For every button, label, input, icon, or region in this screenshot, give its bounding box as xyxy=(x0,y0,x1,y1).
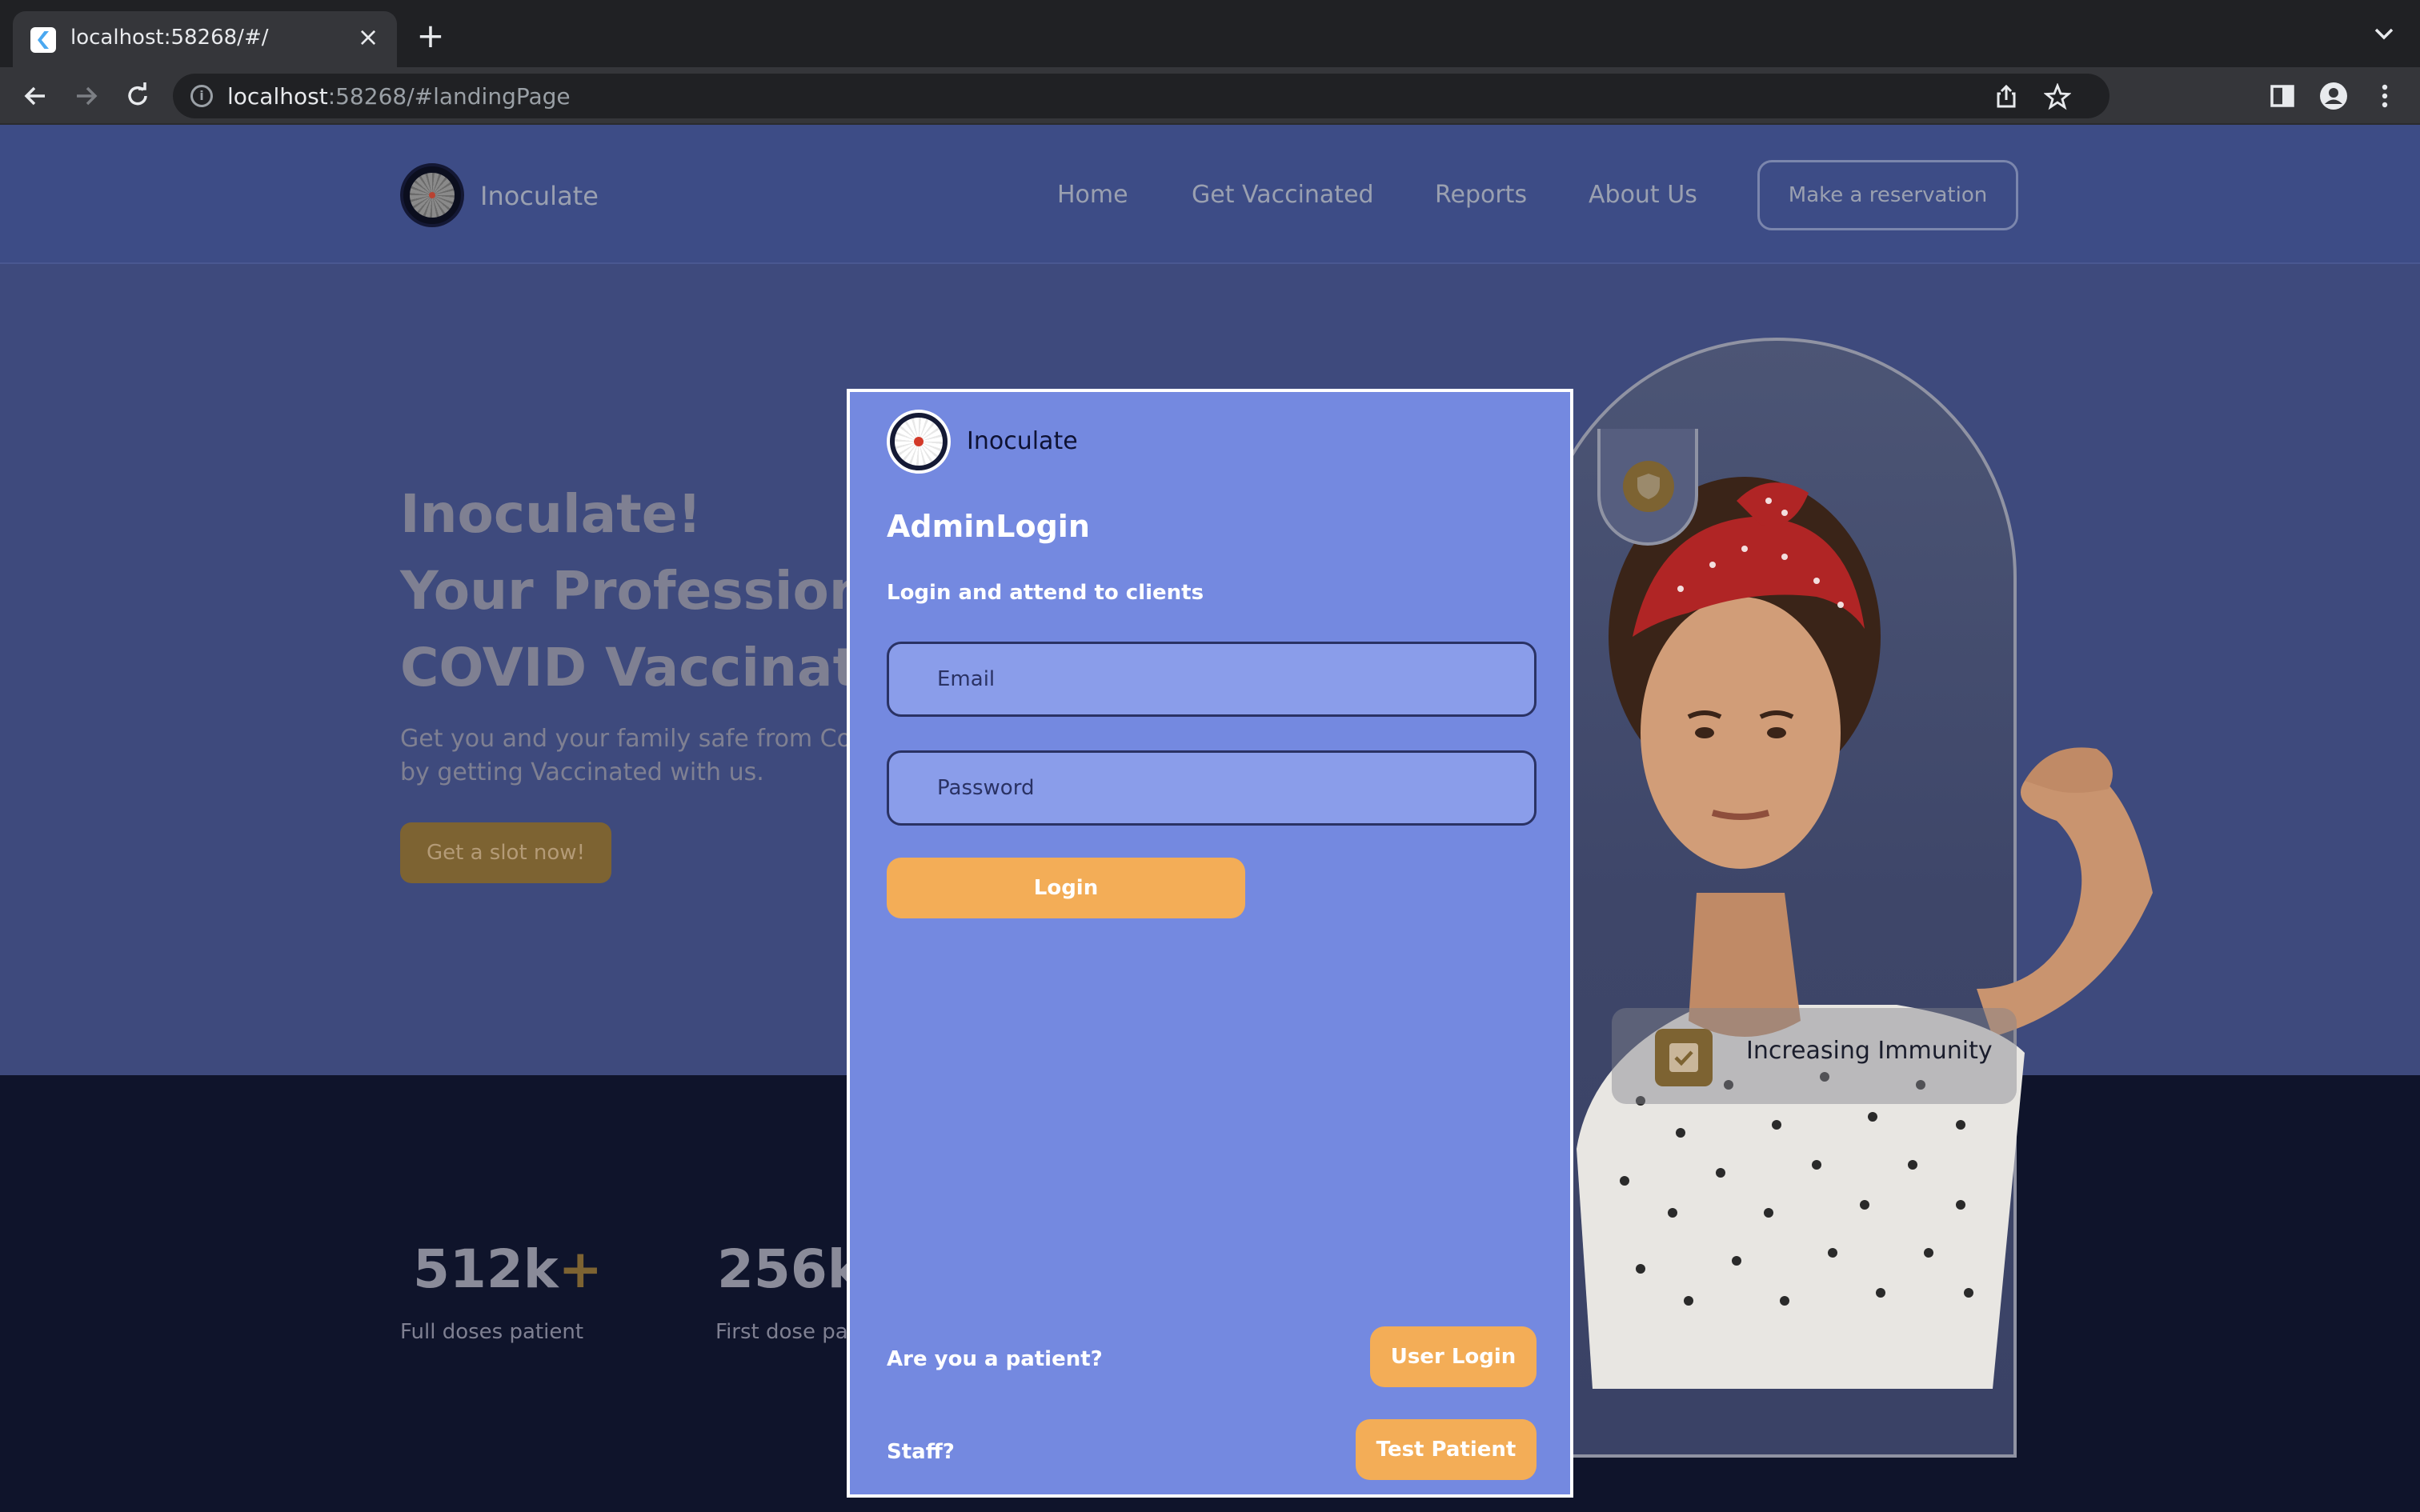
chevron-down-icon[interactable] xyxy=(2372,24,2396,43)
close-tab-icon[interactable]: × xyxy=(354,22,383,51)
tab-title: localhost:58268/#/ xyxy=(70,26,269,50)
password-input[interactable] xyxy=(887,750,1537,826)
hero-title-line-3: COVID Vaccinatio xyxy=(400,637,913,698)
url-text: localhost:58268/#landingPage xyxy=(227,83,571,110)
hero-description-line-2: by getting Vaccinated with us. xyxy=(400,758,764,786)
staff-question-label: Staff? xyxy=(887,1440,955,1464)
checkmark-icon xyxy=(1655,1029,1713,1086)
profile-avatar-icon[interactable] xyxy=(2318,80,2350,112)
hero-title-line-1: Inoculate! xyxy=(400,483,702,545)
make-reservation-button[interactable]: Make a reservation xyxy=(1757,160,2018,230)
test-patient-button[interactable]: Test Patient xyxy=(1356,1419,1537,1480)
web-page: Inoculate Home Get Vaccinated Reports Ab… xyxy=(0,125,2420,1512)
browser-tab-bar: localhost:58268/#/ × + xyxy=(0,0,2420,67)
share-icon[interactable] xyxy=(1993,83,2020,110)
new-tab-icon[interactable]: + xyxy=(413,19,448,54)
modal-title: AdminLogin xyxy=(887,509,1090,544)
site-brand[interactable]: Inoculate xyxy=(480,181,599,211)
hero-description-line-1: Get you and your family safe from Coro xyxy=(400,725,876,753)
patient-question-label: Are you a patient? xyxy=(887,1347,1103,1371)
nav-link-get-vaccinated[interactable]: Get Vaccinated xyxy=(1192,181,1374,209)
browser-toolbar: i localhost:58268/#landingPage xyxy=(0,67,2420,125)
stat-full-doses-label: Full doses patient xyxy=(400,1320,584,1344)
get-slot-button[interactable]: Get a slot now! xyxy=(400,822,611,883)
immunity-label: Increasing Immunity xyxy=(1746,1037,1993,1065)
bookmark-star-icon[interactable] xyxy=(2043,82,2072,110)
site-logo-icon[interactable] xyxy=(400,163,464,227)
forward-arrow-icon[interactable] xyxy=(70,80,102,112)
nav-link-home[interactable]: Home xyxy=(1057,181,1128,209)
user-login-button[interactable]: User Login xyxy=(1370,1326,1537,1387)
browser-tab[interactable]: localhost:58268/#/ × xyxy=(13,11,397,67)
shield-icon xyxy=(1637,474,1660,499)
hero-person-illustration xyxy=(1577,477,2153,1389)
admin-login-modal: Inoculate AdminLogin Login and attend to… xyxy=(847,389,1573,1498)
side-panel-icon[interactable] xyxy=(2266,80,2298,112)
modal-brand: Inoculate xyxy=(967,427,1078,455)
nav-link-about-us[interactable]: About Us xyxy=(1589,181,1697,209)
modal-subtitle: Login and attend to clients xyxy=(887,581,1204,605)
stat-first-dose-value: 256k xyxy=(717,1238,863,1300)
site-navbar: Inoculate Home Get Vaccinated Reports Ab… xyxy=(0,125,2420,264)
back-arrow-icon[interactable] xyxy=(19,80,51,112)
stat-first-dose-label: First dose pat xyxy=(715,1320,856,1344)
increasing-immunity-card: Increasing Immunity xyxy=(1612,1008,2017,1104)
flutter-favicon-icon xyxy=(30,27,56,53)
more-menu-icon[interactable] xyxy=(2369,80,2401,112)
modal-logo-icon xyxy=(887,410,951,474)
reload-icon[interactable] xyxy=(122,80,154,112)
shield-badge xyxy=(1597,429,1698,546)
email-input[interactable] xyxy=(887,642,1537,717)
address-bar[interactable]: i localhost:58268/#landingPage xyxy=(173,74,2109,118)
nav-link-reports[interactable]: Reports xyxy=(1435,181,1527,209)
site-info-icon[interactable]: i xyxy=(190,85,213,107)
hero-title-line-2: Your Professional xyxy=(400,560,921,622)
stat-full-doses-value: 512k+ xyxy=(413,1238,603,1300)
login-button[interactable]: Login xyxy=(887,858,1245,918)
